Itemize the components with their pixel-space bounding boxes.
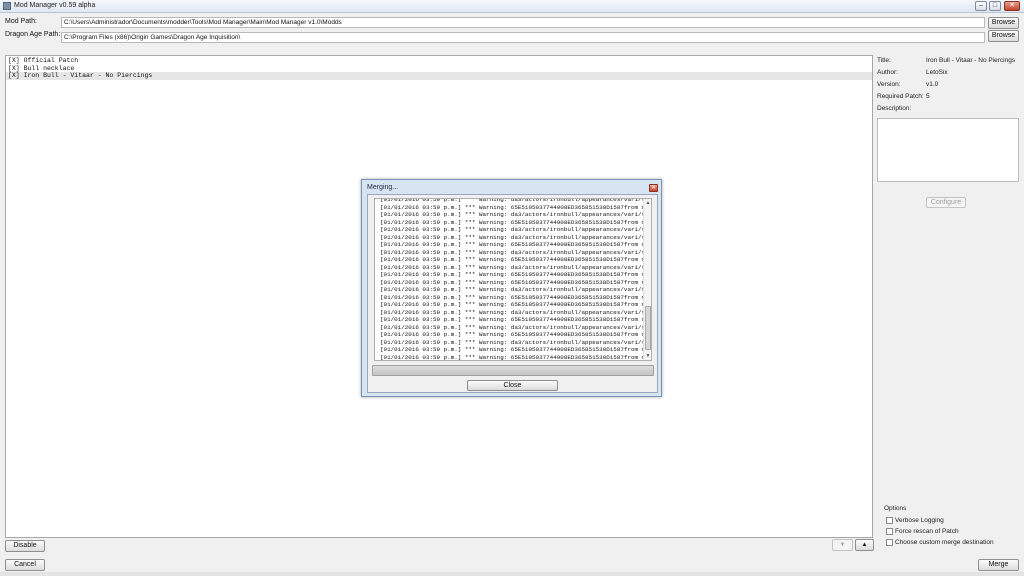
merge-progress-bar (372, 365, 654, 376)
log-line: [01/01/2016 03:59 p.m.] *** Warning: 65E… (380, 241, 644, 248)
title-bar: Mod Manager v0.59 alpha – □ ✕ (0, 0, 1024, 13)
cancel-button[interactable]: Cancel (5, 559, 45, 571)
verbose-logging-checkbox[interactable] (886, 517, 893, 524)
version-key: Version: (877, 81, 901, 88)
move-up-button[interactable]: ▲ (855, 539, 874, 551)
log-line: [01/01/2016 03:59 p.m.] *** Warning: 65E… (380, 301, 644, 308)
log-line: [01/01/2016 03:59 p.m.] *** Warning: da3… (380, 233, 644, 241)
maximize-button[interactable]: □ (989, 1, 1001, 11)
log-line: [01/01/2016 03:59 p.m.] *** Warning: 65E… (380, 353, 644, 361)
merge-log[interactable]: [01/01/2016 03:59 p.m.] *** Warning: da3… (374, 198, 652, 361)
game-path-label: Dragon Age Path: (5, 31, 61, 38)
merge-progress-fill (373, 366, 653, 375)
custom-merge-destination-option[interactable]: Choose custom merge destination (886, 539, 994, 547)
log-line: [01/01/2016 03:59 p.m.] *** Warning: da3… (380, 338, 644, 346)
mod-list-item[interactable]: [X] Official Patch (6, 57, 872, 65)
log-line: [01/01/2016 03:59 p.m.] *** Warning: 65E… (380, 271, 644, 278)
log-line: [01/01/2016 03:59 p.m.] *** Warning: 65E… (380, 293, 644, 301)
custom-merge-destination-label: Choose custom merge destination (895, 539, 994, 546)
log-scrollbar[interactable]: ▲ ▼ (643, 199, 651, 360)
required-patch-key: Required Patch: (877, 93, 924, 100)
move-down-button[interactable]: ▼ (832, 539, 853, 551)
title-value: Iron Bull - Vitaar - No Piercings (926, 57, 1016, 64)
log-line: [01/01/2016 03:59 p.m.] *** Warning: da3… (380, 198, 644, 203)
merge-button[interactable]: Merge (978, 559, 1019, 571)
scroll-down-icon[interactable]: ▼ (645, 353, 651, 359)
game-path-field[interactable]: C:\Program Files (x86)\Origin Games\Drag… (61, 32, 985, 43)
window-bottom-edge (0, 572, 1024, 576)
force-rescan-option[interactable]: Force rescan of Patch (886, 528, 959, 536)
force-rescan-label: Force rescan of Patch (895, 528, 959, 535)
dialog-title: Merging... (367, 184, 399, 191)
log-line: [01/01/2016 03:59 p.m.] *** Warning: da3… (380, 286, 644, 293)
description-box (877, 118, 1019, 182)
close-window-button[interactable]: ✕ (1004, 1, 1020, 11)
author-key: Author: (877, 69, 898, 76)
log-line: [01/01/2016 03:59 p.m.] *** Warning: 65E… (380, 316, 644, 323)
window-title: Mod Manager v0.59 alpha (14, 2, 96, 9)
options-title: Options (884, 505, 907, 512)
scroll-thumb[interactable] (645, 306, 651, 350)
mod-path-label: Mod Path: (5, 18, 37, 25)
description-key: Description: (877, 105, 912, 112)
author-value: LetoSix (926, 69, 948, 76)
version-value: v1.0 (926, 81, 939, 88)
log-line: [01/01/2016 03:59 p.m.] *** Warning: 65E… (380, 346, 644, 353)
configure-button[interactable]: Configure (926, 197, 966, 208)
log-line: [01/01/2016 03:59 p.m.] *** Warning: 65E… (380, 331, 644, 338)
disable-button[interactable]: Disable (5, 540, 45, 552)
browse-mod-path-button[interactable]: Browse (988, 17, 1019, 29)
log-line: [01/01/2016 03:59 p.m.] *** Warning: 65E… (380, 256, 644, 263)
custom-merge-destination-checkbox[interactable] (886, 539, 893, 546)
mod-list-item-selected[interactable]: [X] Iron Bull - Vitaar - No Piercings (6, 72, 872, 80)
scroll-up-icon[interactable]: ▲ (645, 200, 651, 206)
merging-dialog: Merging... ✕ [01/01/2016 03:59 p.m.] ***… (361, 179, 662, 397)
log-line: [01/01/2016 03:59 p.m.] *** Warning: 65E… (380, 278, 644, 286)
force-rescan-checkbox[interactable] (886, 528, 893, 535)
app-icon (3, 2, 11, 10)
dialog-close-button[interactable]: Close (467, 380, 558, 391)
title-key: Title: (877, 57, 891, 64)
dialog-close-icon[interactable]: ✕ (649, 184, 658, 192)
minimize-button[interactable]: – (975, 1, 987, 11)
required-patch-value: 5 (926, 93, 930, 100)
log-line: [01/01/2016 03:59 p.m.] *** Warning: da3… (380, 263, 644, 271)
log-line: [01/01/2016 03:59 p.m.] *** Warning: da3… (380, 211, 644, 218)
browse-game-path-button[interactable]: Browse (988, 30, 1019, 42)
verbose-logging-label: Verbose Logging (895, 517, 944, 524)
log-line: [01/01/2016 03:59 p.m.] *** Warning: 65E… (380, 218, 644, 226)
log-line: [01/01/2016 03:59 p.m.] *** Warning: da3… (380, 308, 644, 316)
dialog-body: [01/01/2016 03:59 p.m.] *** Warning: da3… (367, 194, 658, 393)
log-line: [01/01/2016 03:59 p.m.] *** Warning: da3… (380, 323, 644, 331)
log-line: [01/01/2016 03:59 p.m.] *** Warning: 65E… (380, 203, 644, 211)
log-line: [01/01/2016 03:59 p.m.] *** Warning: da3… (380, 248, 644, 256)
mod-path-field[interactable]: C:\Users\Administrador\Documents\modder\… (61, 17, 985, 28)
mod-list-item[interactable]: [X] Bull necklace (6, 65, 872, 73)
verbose-logging-option[interactable]: Verbose Logging (886, 517, 944, 525)
log-line: [01/01/2016 03:59 p.m.] *** Warning: da3… (380, 226, 644, 233)
merge-log-lines: [01/01/2016 03:59 p.m.] *** Warning: da3… (380, 198, 644, 361)
